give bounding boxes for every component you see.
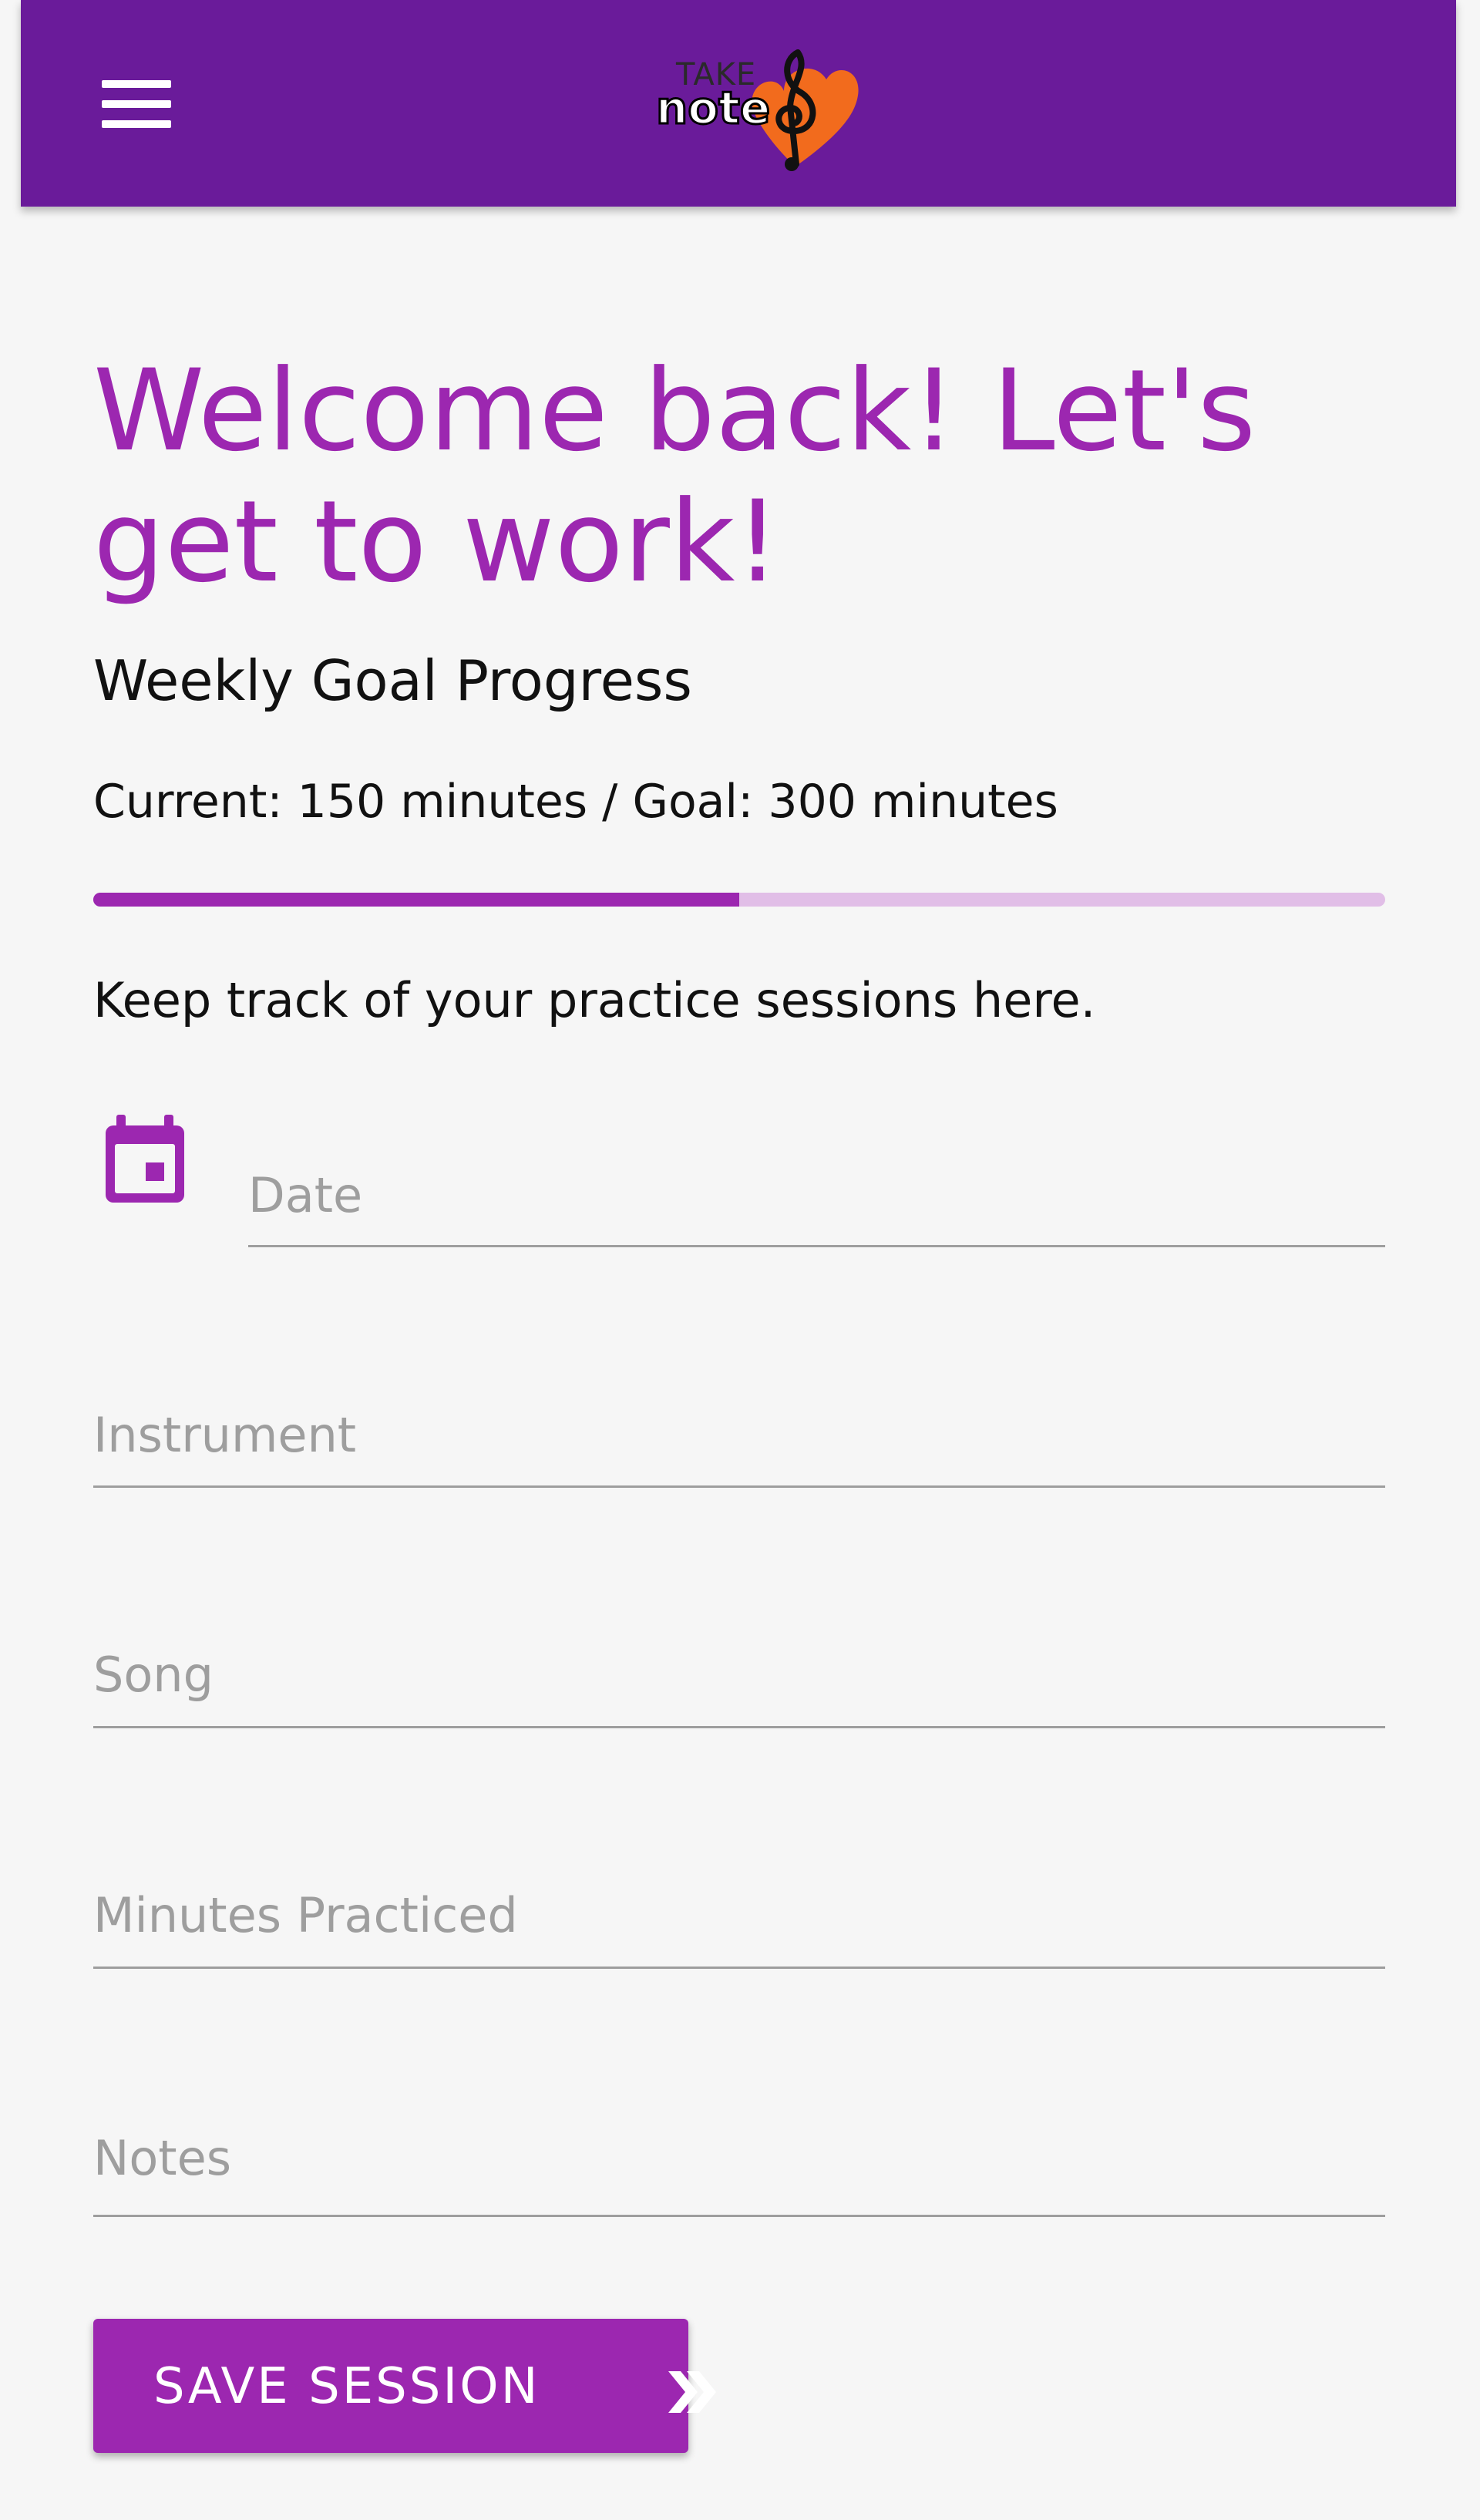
logo-note-text: note: [654, 81, 771, 136]
instrument-input[interactable]: [93, 1384, 1385, 1485]
page: TAKE note Welcome back! Let's get to wor…: [0, 0, 1480, 2520]
minutes-practiced-field[interactable]: [93, 1863, 1385, 1969]
double-chevron-right-icon: [668, 2371, 716, 2413]
hamburger-menu-icon[interactable]: [94, 62, 179, 146]
save-session-label: SAVE SESSION: [153, 2358, 540, 2415]
progress-text: Current: 150 minutes / Goal: 300 minutes: [93, 775, 1058, 829]
progress-bar-fill: [93, 893, 739, 907]
page-title: Welcome back! Let's get to work!: [93, 345, 1256, 607]
calendar-icon[interactable]: [103, 1115, 187, 1204]
notes-input[interactable]: [93, 2101, 1385, 2215]
minutes-practiced-input[interactable]: [93, 1863, 1385, 1967]
song-input[interactable]: [93, 1623, 1385, 1726]
instrument-field[interactable]: [93, 1384, 1385, 1488]
song-field[interactable]: [93, 1623, 1385, 1728]
app-bar: TAKE note: [21, 0, 1456, 207]
save-session-button[interactable]: SAVE SESSION: [93, 2319, 716, 2453]
weekly-goal-progress-bar: [93, 893, 1385, 907]
date-field[interactable]: [248, 1145, 1385, 1247]
notes-field[interactable]: [93, 2101, 1385, 2217]
take-note-logo[interactable]: TAKE note: [637, 37, 861, 176]
date-input[interactable]: [248, 1145, 1385, 1245]
weekly-goal-heading: Weekly Goal Progress: [93, 648, 692, 713]
helper-text: Keep track of your practice sessions her…: [93, 972, 1096, 1028]
